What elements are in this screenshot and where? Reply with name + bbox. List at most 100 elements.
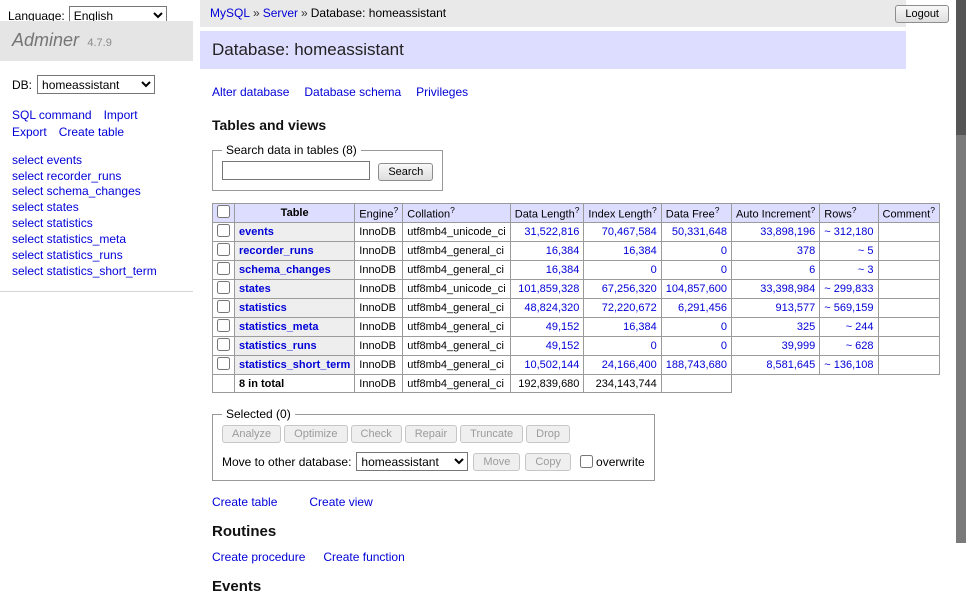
create-link[interactable]: Create view: [309, 495, 372, 509]
table-name-link[interactable]: recorder_runs: [239, 245, 314, 257]
create-link[interactable]: Create table: [212, 495, 277, 509]
data-free-link[interactable]: 0: [721, 340, 727, 352]
data-length-link[interactable]: 49,152: [546, 340, 580, 352]
sidebar-select-table-link[interactable]: select states: [12, 200, 181, 216]
sidebar-select-table-link[interactable]: select statistics_meta: [12, 232, 181, 248]
breadcrumb-link-mysql[interactable]: MySQL: [210, 6, 250, 20]
data-free-link[interactable]: 0: [721, 245, 727, 257]
sidebar-select-table-link[interactable]: select statistics_short_term: [12, 264, 181, 280]
index-length-link[interactable]: 0: [651, 340, 657, 352]
column-hint-link[interactable]: ?: [394, 205, 399, 215]
sidebar-import-link[interactable]: Import: [104, 108, 138, 122]
index-length-link[interactable]: 72,220,672: [602, 302, 657, 314]
index-length-link[interactable]: 16,384: [623, 321, 657, 333]
auto-increment-link[interactable]: 8,581,645: [766, 359, 815, 371]
auto-increment-link[interactable]: 913,577: [776, 302, 816, 314]
sidebar-create-table-link[interactable]: Create table: [59, 125, 124, 139]
rows-count-link[interactable]: ~ 569,159: [824, 302, 873, 314]
bulk-action-button[interactable]: Truncate: [460, 425, 523, 443]
data-length-link[interactable]: 16,384: [546, 245, 580, 257]
data-length-link[interactable]: 48,824,320: [524, 302, 579, 314]
move-button[interactable]: Move: [473, 453, 520, 471]
bulk-action-button[interactable]: Repair: [405, 425, 457, 443]
search-button[interactable]: Search: [378, 163, 433, 181]
index-length-link[interactable]: 24,166,400: [602, 359, 657, 371]
table-name-link[interactable]: statistics_runs: [239, 340, 317, 352]
database-action-link[interactable]: Database schema: [304, 85, 401, 99]
rows-count-link[interactable]: ~ 244: [846, 321, 874, 333]
rows-count-link[interactable]: ~ 5: [858, 245, 874, 257]
table-name-link[interactable]: statistics: [239, 302, 287, 314]
copy-button[interactable]: Copy: [525, 453, 571, 471]
scrollbar[interactable]: [956, 0, 966, 543]
data-length-link[interactable]: 101,859,328: [518, 283, 579, 295]
bulk-action-button[interactable]: Check: [351, 425, 402, 443]
column-hint-link[interactable]: ?: [852, 205, 857, 215]
data-length-link[interactable]: 16,384: [546, 264, 580, 276]
column-hint-link[interactable]: ?: [575, 205, 580, 215]
sidebar-export-link[interactable]: Export: [12, 125, 47, 139]
data-length-link[interactable]: 31,522,816: [524, 226, 579, 238]
auto-increment-link[interactable]: 33,398,984: [760, 283, 815, 295]
sidebar-select-table-link[interactable]: select statistics_runs: [12, 248, 181, 264]
data-free-link[interactable]: 188,743,680: [666, 359, 727, 371]
auto-increment-link[interactable]: 33,898,196: [760, 226, 815, 238]
data-free-link[interactable]: 50,331,648: [672, 226, 727, 238]
row-checkbox[interactable]: [217, 281, 230, 294]
column-hint-link[interactable]: ?: [811, 205, 816, 215]
select-all-checkbox[interactable]: [217, 205, 230, 218]
index-length-link[interactable]: 16,384: [623, 245, 657, 257]
routine-link[interactable]: Create procedure: [212, 550, 305, 564]
column-hint-link[interactable]: ?: [930, 205, 935, 215]
bulk-action-button[interactable]: Drop: [526, 425, 570, 443]
logout-button[interactable]: Logout: [895, 5, 949, 23]
table-name-link[interactable]: events: [239, 226, 274, 238]
move-database-select[interactable]: homeassistant: [356, 452, 468, 471]
rows-count-link[interactable]: ~ 136,108: [824, 359, 873, 371]
db-select[interactable]: homeassistant: [37, 75, 155, 94]
scrollbar-thumb[interactable]: [956, 0, 966, 135]
auto-increment-link[interactable]: 6: [809, 264, 815, 276]
rows-count-link[interactable]: ~ 628: [846, 340, 874, 352]
column-hint-link[interactable]: ?: [652, 205, 657, 215]
index-length-link[interactable]: 67,256,320: [602, 283, 657, 295]
row-checkbox[interactable]: [217, 243, 230, 256]
sidebar-select-table-link[interactable]: select schema_changes: [12, 184, 181, 200]
table-name-link[interactable]: statistics_meta: [239, 321, 319, 333]
row-checkbox[interactable]: [217, 300, 230, 313]
sidebar-sql-command-link[interactable]: SQL command: [12, 108, 92, 122]
data-free-link[interactable]: 0: [721, 321, 727, 333]
row-checkbox[interactable]: [217, 357, 230, 370]
auto-increment-link[interactable]: 325: [797, 321, 815, 333]
sidebar-select-table-link[interactable]: select recorder_runs: [12, 169, 181, 185]
table-name-link[interactable]: states: [239, 283, 271, 295]
breadcrumb-link-server[interactable]: Server: [263, 6, 298, 20]
auto-increment-link[interactable]: 39,999: [782, 340, 816, 352]
rows-count-link[interactable]: ~ 312,180: [824, 226, 873, 238]
column-hint-link[interactable]: ?: [715, 205, 720, 215]
table-name-link[interactable]: schema_changes: [239, 264, 331, 276]
bulk-action-button[interactable]: Analyze: [222, 425, 281, 443]
data-length-link[interactable]: 49,152: [546, 321, 580, 333]
data-length-link[interactable]: 10,502,144: [524, 359, 579, 371]
database-action-link[interactable]: Alter database: [212, 85, 289, 99]
overwrite-checkbox[interactable]: [580, 455, 593, 468]
search-input[interactable]: [222, 161, 370, 180]
row-checkbox[interactable]: [217, 262, 230, 275]
row-checkbox[interactable]: [217, 338, 230, 351]
sidebar-select-table-link[interactable]: select statistics: [12, 216, 181, 232]
row-checkbox[interactable]: [217, 319, 230, 332]
data-free-link[interactable]: 104,857,600: [666, 283, 727, 295]
database-action-link[interactable]: Privileges: [416, 85, 468, 99]
rows-count-link[interactable]: ~ 299,833: [824, 283, 873, 295]
auto-increment-link[interactable]: 378: [797, 245, 815, 257]
sidebar-select-table-link[interactable]: select events: [12, 153, 181, 169]
routine-link[interactable]: Create function: [323, 550, 404, 564]
table-name-link[interactable]: statistics_short_term: [239, 359, 350, 371]
index-length-link[interactable]: 70,467,584: [602, 226, 657, 238]
column-hint-link[interactable]: ?: [450, 205, 455, 215]
data-free-link[interactable]: 0: [721, 264, 727, 276]
data-free-link[interactable]: 6,291,456: [678, 302, 727, 314]
rows-count-link[interactable]: ~ 3: [858, 264, 874, 276]
index-length-link[interactable]: 0: [651, 264, 657, 276]
